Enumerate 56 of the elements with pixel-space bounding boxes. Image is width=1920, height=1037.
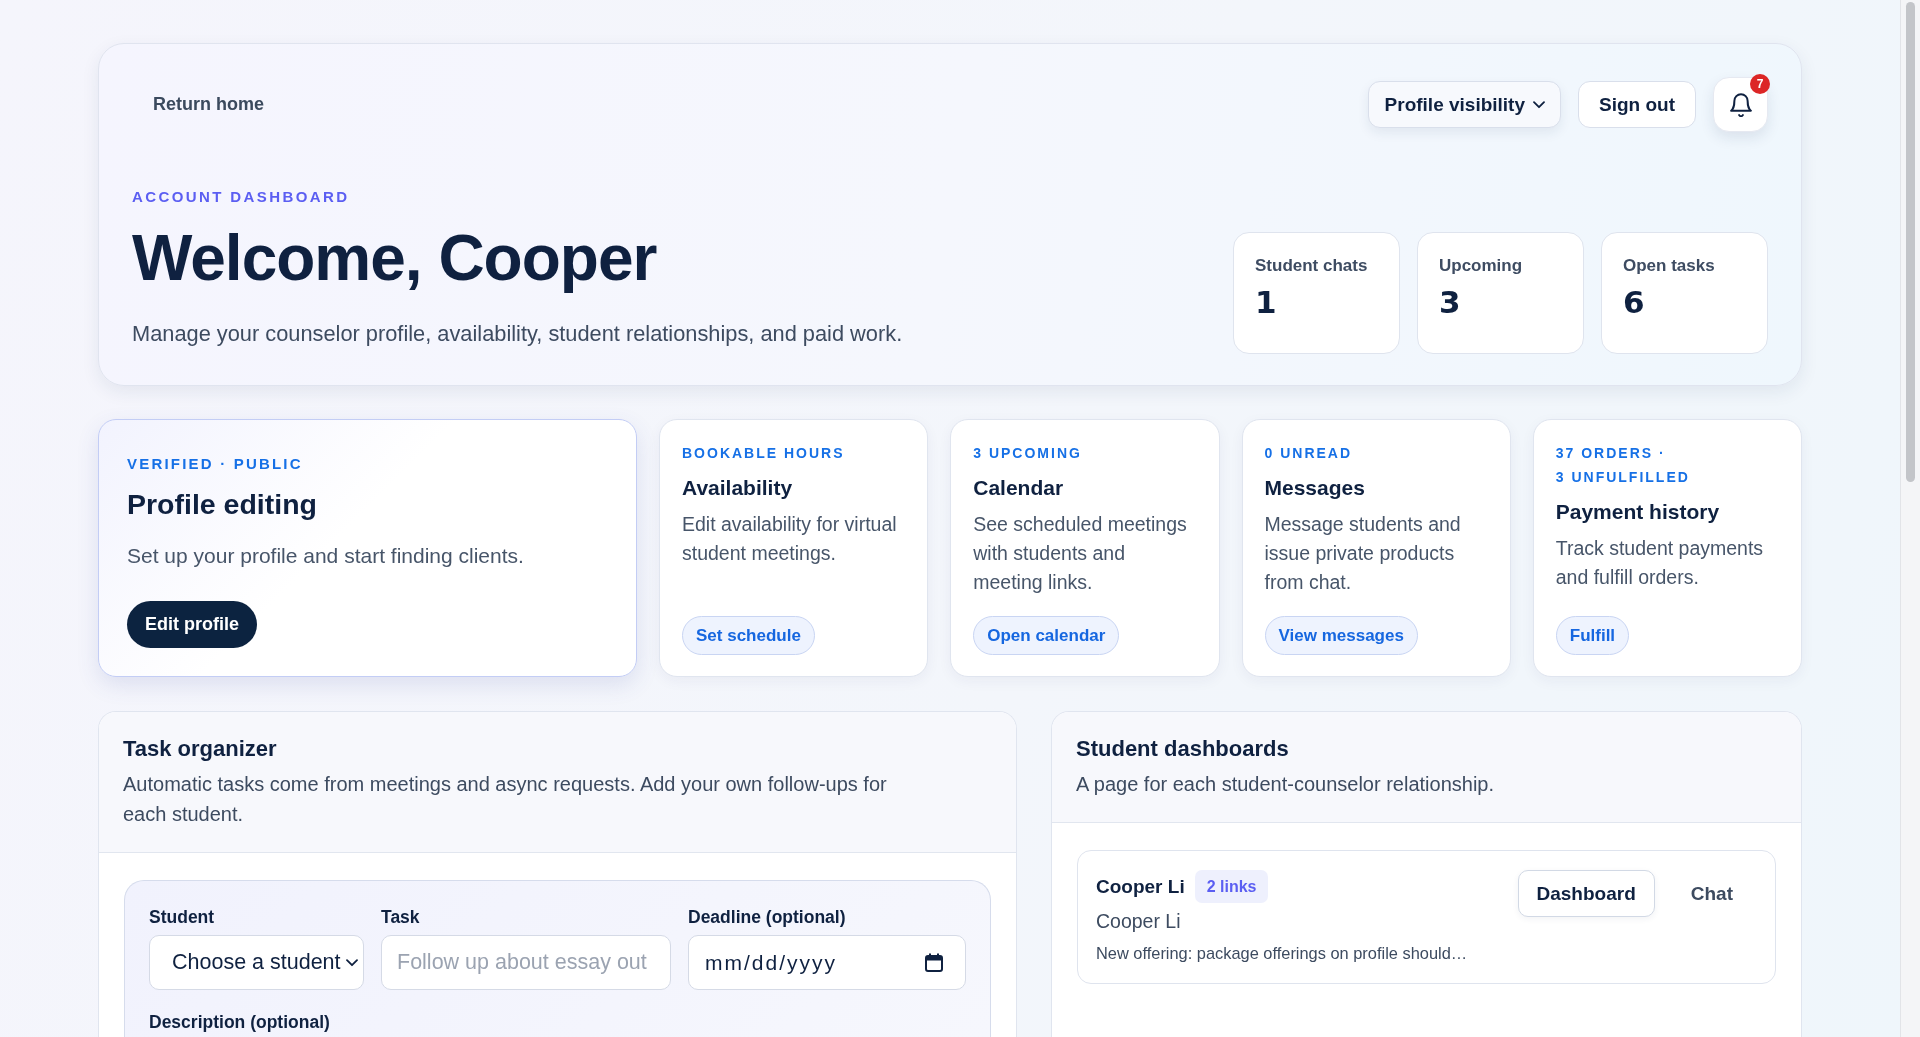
stat-value: 1	[1255, 283, 1277, 321]
card-description: See scheduled meetings with students and meeting links.	[973, 512, 1188, 595]
chevron-down-icon	[1533, 100, 1545, 109]
stat-value: 6	[1623, 283, 1645, 321]
field-label: Student	[149, 907, 215, 927]
field-label: Task	[381, 907, 420, 927]
card-action-button[interactable]: Edit profile	[127, 601, 257, 648]
student-select[interactable]: Choose a student	[149, 935, 364, 990]
card-title: Availability	[682, 475, 793, 501]
welcome-heading: Welcome, Cooper	[132, 222, 657, 294]
sign-out-button[interactable]: Sign out	[1578, 81, 1696, 128]
return-home-link[interactable]: Return home	[153, 92, 264, 117]
notifications-button[interactable]: 7	[1713, 77, 1768, 132]
calendar-icon	[925, 953, 943, 972]
panel-description: A page for each student-counselor relationship.	[1076, 772, 1495, 797]
dashboard-button[interactable]: Dashboard	[1517, 870, 1655, 917]
scrollbar-thumb[interactable]	[1906, 2, 1915, 482]
bell-icon	[1729, 92, 1752, 117]
section-eyebrow: ACCOUNT DASHBOARD	[132, 187, 350, 207]
welcome-description: Manage your counselor profile, availability, student relationships, and paid work.	[132, 320, 903, 348]
field-label: Deadline (optional)	[688, 907, 846, 927]
latest-note: New offering: package offerings on profile should…	[1096, 943, 1468, 963]
card-description: Message students and issue private products from chat.	[1264, 512, 1462, 595]
field-label: Description (optional)	[149, 1012, 331, 1032]
profile-visibility-dropdown[interactable]: Profile visibility	[1367, 81, 1561, 128]
panel-description: Automatic tasks come from meetings and async requests. Add your own follow-ups for each student.	[123, 772, 888, 827]
stat-label: Upcoming	[1439, 256, 1523, 276]
chat-button[interactable]: Chat	[1688, 880, 1735, 907]
card-action-button[interactable]: Set schedule	[682, 616, 815, 655]
panel-title: Task organizer	[123, 735, 277, 763]
card-eyebrow: 37 ORDERS · 3 UNFULFILLED	[1555, 444, 1691, 487]
card-action-button[interactable]: View messages	[1264, 616, 1418, 655]
card-action-button[interactable]: Open calendar	[973, 616, 1120, 655]
student-name: Cooper Li	[1096, 875, 1185, 898]
card-title: Messages	[1264, 475, 1365, 501]
stat-label: Student chats	[1255, 256, 1368, 276]
notification-count-badge: 7	[1750, 74, 1770, 94]
student-subtitle: Cooper Li	[1096, 909, 1181, 934]
card-description: Edit availability for virtual student meetings.	[682, 512, 898, 566]
card-eyebrow: 0 UNREAD	[1264, 444, 1353, 463]
card-eyebrow: BOOKABLE HOURS	[682, 444, 845, 463]
links-count-tag: 2 links	[1194, 870, 1269, 903]
card-eyebrow: VERIFIED · PUBLIC	[127, 454, 303, 474]
stat-value: 3	[1439, 283, 1461, 321]
card-title: Profile editing	[127, 487, 317, 521]
stat-label: Open tasks	[1623, 256, 1715, 276]
card-action-button[interactable]: Fulfill	[1555, 616, 1630, 655]
chevron-down-icon	[346, 958, 358, 967]
card-description: Set up your profile and start finding clients.	[127, 543, 524, 569]
date-input[interactable]: mm/dd/yyyy	[688, 935, 966, 990]
panel-title: Student dashboards	[1076, 735, 1289, 763]
card-title: Calendar	[973, 475, 1064, 501]
task-input[interactable]: Follow up about essay out	[381, 935, 671, 990]
card-eyebrow: 3 UPCOMING	[973, 444, 1082, 463]
card-title: Payment history	[1555, 499, 1720, 525]
card-description: Track student payments and fulfill orders.	[1555, 536, 1765, 590]
